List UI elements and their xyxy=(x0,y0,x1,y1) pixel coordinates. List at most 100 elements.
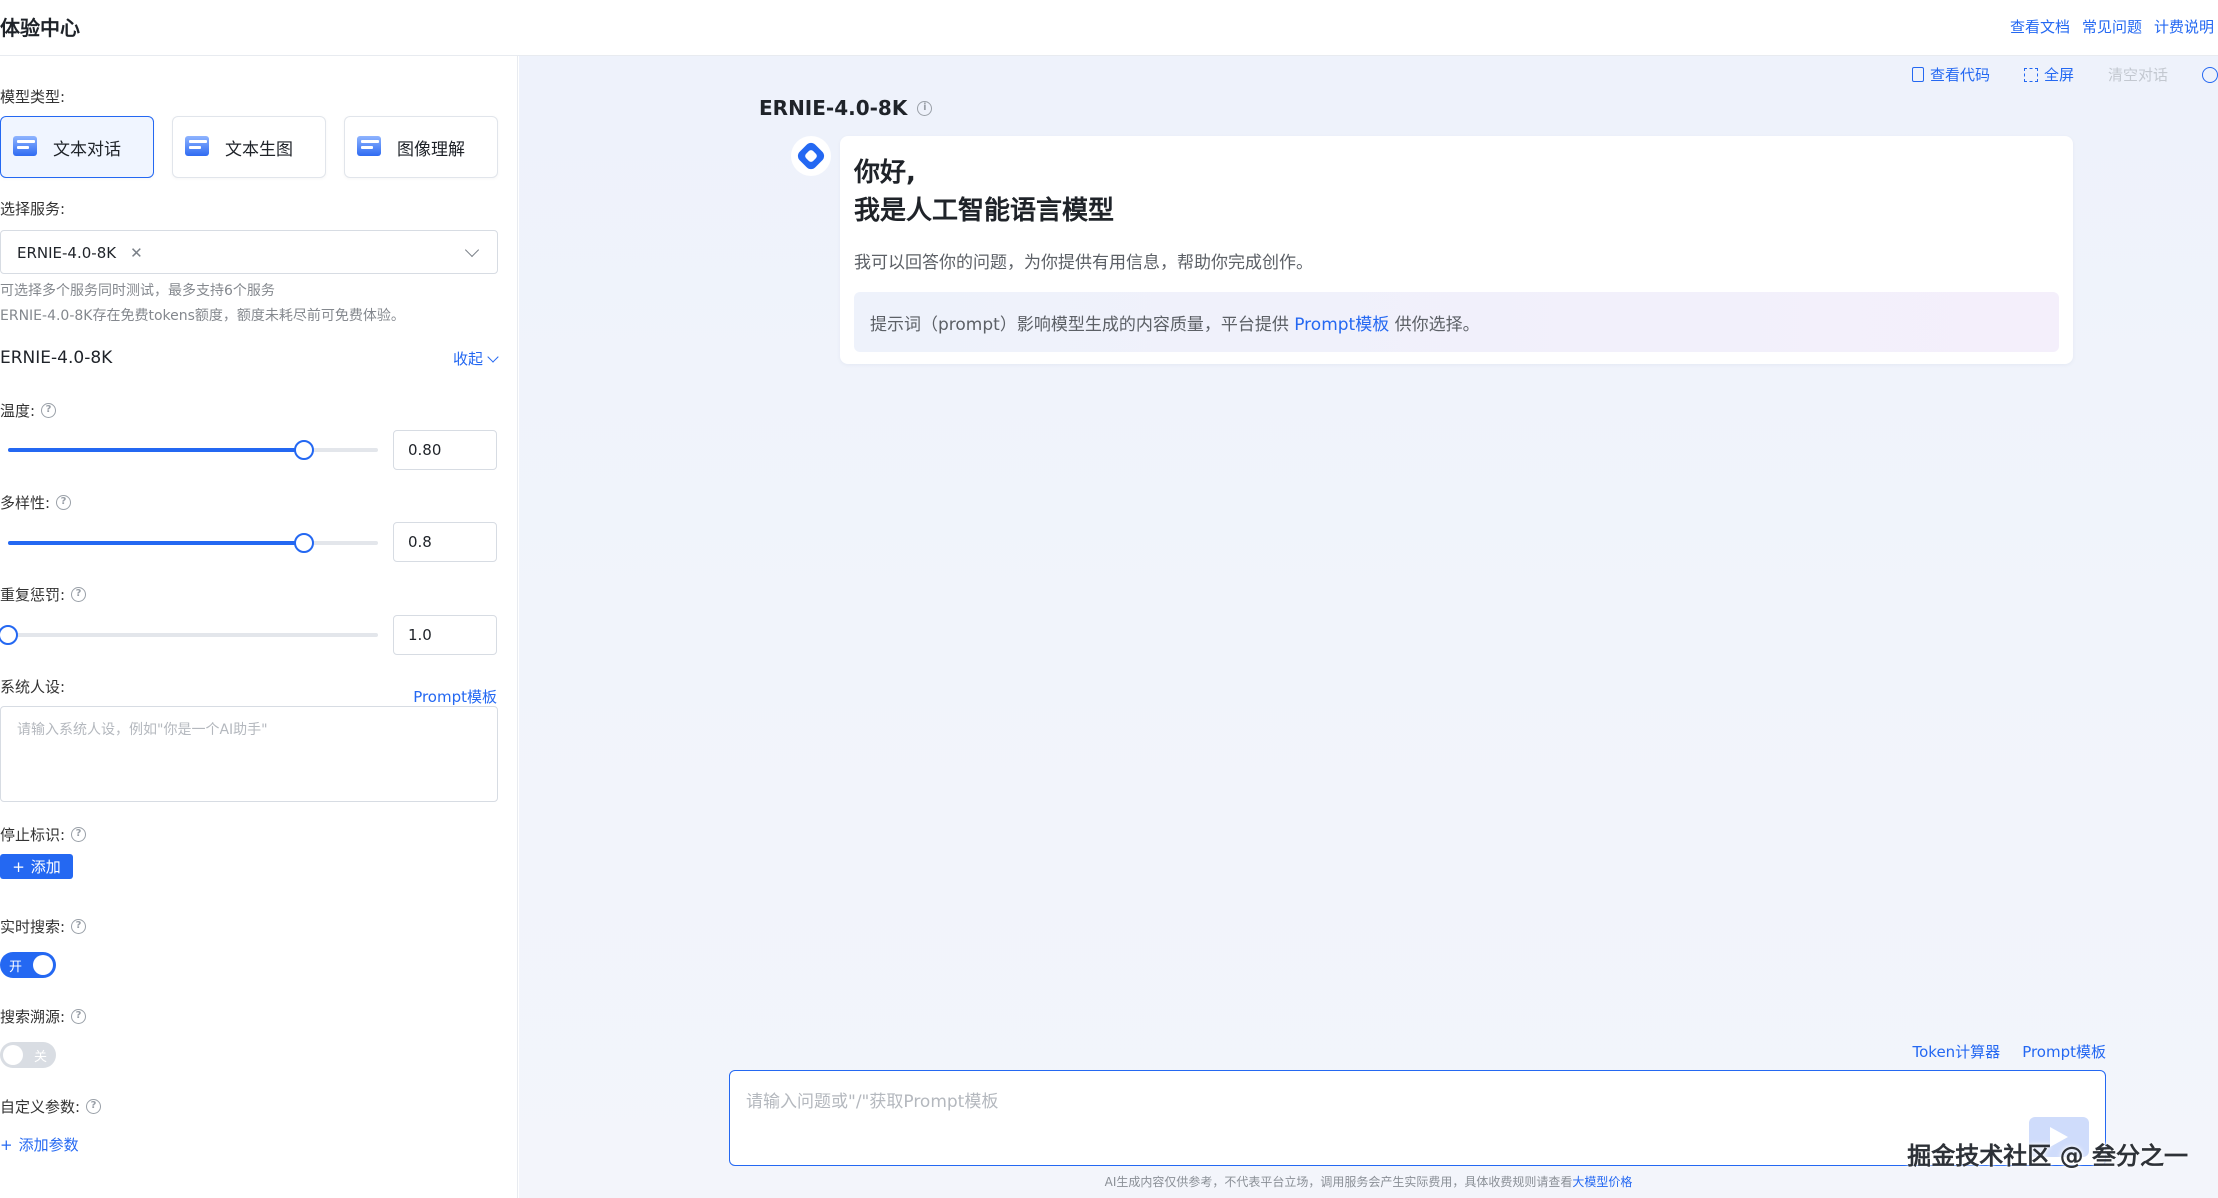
add-stop-button[interactable]: + 添加 xyxy=(0,854,73,879)
tip-prompt-template-link[interactable]: Prompt模板 xyxy=(1294,315,1389,335)
greeting-line-1: 你好, xyxy=(854,158,916,188)
params-section-title: ERNIE-4.0-8K xyxy=(0,348,113,368)
chat-input-placeholder: 请输入问题或"/"获取Prompt模板 xyxy=(746,1092,999,1112)
realtime-search-toggle[interactable]: 开 xyxy=(0,952,56,978)
help-icon[interactable]: ? xyxy=(86,1099,102,1114)
system-persona-textarea[interactable]: 请输入系统人设，例如"你是一个AI助手" xyxy=(0,706,498,802)
footer-disclaimer: AI生成内容仅供参考，不代表平台立场，调用服务会产生实际费用，具体收费规则请查看… xyxy=(519,1173,2218,1190)
service-hint-1: 可选择多个服务同时测试，最多支持6个服务 xyxy=(0,283,275,299)
penalty-input[interactable]: 1.0 xyxy=(393,615,497,655)
temperature-slider[interactable] xyxy=(8,440,378,460)
image-understanding-icon xyxy=(357,134,385,160)
prompt-tip: 提示词（prompt）影响模型生成的内容质量，平台提供 Prompt模板 供你选… xyxy=(854,292,2059,352)
stop-label: 停止标识: ? xyxy=(0,824,87,845)
service-select[interactable]: ERNIE-4.0-8K ✕ xyxy=(0,230,498,274)
fullscreen-button[interactable]: 全屏 xyxy=(2023,64,2074,85)
docs-link[interactable]: 查看文档 xyxy=(2010,16,2070,37)
welcome-intro: 我可以回答你的问题，为你提供有用信息，帮助你完成创作。 xyxy=(854,253,1313,273)
clear-chat-label: 清空对话 xyxy=(2107,66,2168,84)
custom-params-label: 自定义参数: ? xyxy=(0,1096,102,1117)
add-param-button[interactable]: + 添加参数 xyxy=(0,1134,79,1155)
penalty-slider[interactable] xyxy=(0,625,378,645)
plus-icon: + xyxy=(12,857,25,876)
trace-label: 搜索溯源: ? xyxy=(0,1006,87,1027)
system-prompt-template-link[interactable]: Prompt模板 xyxy=(413,686,497,707)
toggle-state: 关 xyxy=(33,1050,47,1065)
toggle-knob xyxy=(3,1045,23,1065)
help-icon[interactable]: ? xyxy=(71,587,87,602)
model-type-text-chat[interactable]: 文本对话 xyxy=(0,116,154,178)
stop-label-text: 停止标识: xyxy=(0,826,66,844)
penalty-label: 重复惩罚: ? xyxy=(0,584,87,605)
text-image-icon xyxy=(185,134,213,160)
chat-model-name-text: ERNIE-4.0-8K xyxy=(759,96,908,120)
faq-link[interactable]: 常见问题 xyxy=(2082,16,2142,37)
clear-chat-button[interactable]: 清空对话 xyxy=(2108,64,2168,85)
help-icon[interactable]: ? xyxy=(71,1009,87,1024)
slider-thumb[interactable] xyxy=(294,533,314,553)
model-type-image-understanding[interactable]: 图像理解 xyxy=(344,116,498,178)
watermark: 掘金技术社区 @ 叁分之一 xyxy=(1907,1142,2188,1170)
help-icon[interactable]: ? xyxy=(71,827,87,842)
history-clock-icon xyxy=(2202,66,2218,83)
service-tag-label: ERNIE-4.0-8K xyxy=(17,244,117,262)
temperature-label: 温度: ? xyxy=(0,400,57,421)
search-trace-toggle[interactable]: 关 xyxy=(0,1042,56,1068)
model-type-cards: 文本对话 文本生图 图像理解 xyxy=(0,116,498,178)
chevron-down-icon[interactable] xyxy=(464,242,480,258)
realtime-label: 实时搜索: ? xyxy=(0,916,87,937)
chat-toolbar: 查看代码 全屏 清空对话 xyxy=(1911,64,2218,85)
temperature-input[interactable]: 0.80 xyxy=(393,430,497,470)
model-type-label-0: 文本对话 xyxy=(53,139,121,160)
chat-model-name: ERNIE-4.0-8K i xyxy=(759,96,933,120)
toggle-state: 开 xyxy=(9,960,23,975)
chat-input[interactable]: 请输入问题或"/"获取Prompt模板 xyxy=(729,1070,2106,1166)
realtime-label-text: 实时搜索: xyxy=(0,918,66,936)
info-icon[interactable]: i xyxy=(917,100,933,116)
slider-fill xyxy=(8,448,304,452)
footer-text: AI生成内容仅供参考，不代表平台立场，调用服务会产生实际费用，具体收费规则请查看 xyxy=(1104,1175,1573,1189)
help-icon[interactable]: ? xyxy=(71,919,87,934)
page-title: 体验中心 xyxy=(0,16,80,40)
welcome-card: 你好, 我是人工智能语言模型 我可以回答你的问题，为你提供有用信息，帮助你完成创… xyxy=(840,136,2073,364)
plus-icon: + xyxy=(0,1135,13,1154)
history-button[interactable] xyxy=(2202,66,2218,83)
penalty-label-text: 重复惩罚: xyxy=(0,586,66,604)
diversity-slider[interactable] xyxy=(8,533,378,553)
code-doc-icon xyxy=(1911,67,1924,82)
diversity-input[interactable]: 0.8 xyxy=(393,522,497,562)
billing-link[interactable]: 计费说明 xyxy=(2154,16,2214,37)
tip-suffix: 供你选择。 xyxy=(1389,315,1480,335)
diversity-label: 多样性: ? xyxy=(0,492,72,513)
greeting-line-2: 我是人工智能语言模型 xyxy=(854,196,1115,226)
add-stop-label: 添加 xyxy=(30,858,61,876)
bot-avatar xyxy=(791,136,831,176)
model-type-label-2: 图像理解 xyxy=(397,139,465,160)
model-type-label: 模型类型: xyxy=(0,88,66,106)
collapse-label: 收起 xyxy=(452,350,483,368)
fullscreen-icon xyxy=(2023,67,2038,82)
trace-label-text: 搜索溯源: xyxy=(0,1008,66,1026)
slider-thumb[interactable] xyxy=(0,625,18,645)
slider-thumb[interactable] xyxy=(294,440,314,460)
top-bar: 体验中心 查看文档 常见问题 计费说明 xyxy=(0,0,2218,56)
collapse-button[interactable]: 收起 xyxy=(452,348,499,369)
text-chat-icon xyxy=(13,134,41,160)
system-label: 系统人设: xyxy=(0,678,66,696)
tip-prefix: 提示词（prompt）影响模型生成的内容质量，平台提供 xyxy=(870,315,1295,335)
input-links: Token计算器 Prompt模板 xyxy=(1913,1041,2107,1062)
model-type-text-image[interactable]: 文本生图 xyxy=(172,116,326,178)
token-calculator-link[interactable]: Token计算器 xyxy=(1913,1041,2001,1062)
remove-tag-icon[interactable]: ✕ xyxy=(130,244,143,262)
ernie-logo-icon xyxy=(795,140,827,172)
help-icon[interactable]: ? xyxy=(41,403,57,418)
view-code-button[interactable]: 查看代码 xyxy=(1911,64,1990,85)
model-type-label-1: 文本生图 xyxy=(225,139,293,160)
welcome-greeting: 你好, 我是人工智能语言模型 xyxy=(854,154,1114,230)
service-hint-2: ERNIE-4.0-8K存在免费tokens额度，额度未耗尽前可免费体验。 xyxy=(0,308,405,324)
custom-params-label-text: 自定义参数: xyxy=(0,1098,81,1116)
input-prompt-template-link[interactable]: Prompt模板 xyxy=(2022,1041,2106,1062)
help-icon[interactable]: ? xyxy=(56,495,72,510)
fullscreen-label: 全屏 xyxy=(2043,66,2074,84)
pricing-link[interactable]: 大模型价格 xyxy=(1572,1175,1632,1189)
